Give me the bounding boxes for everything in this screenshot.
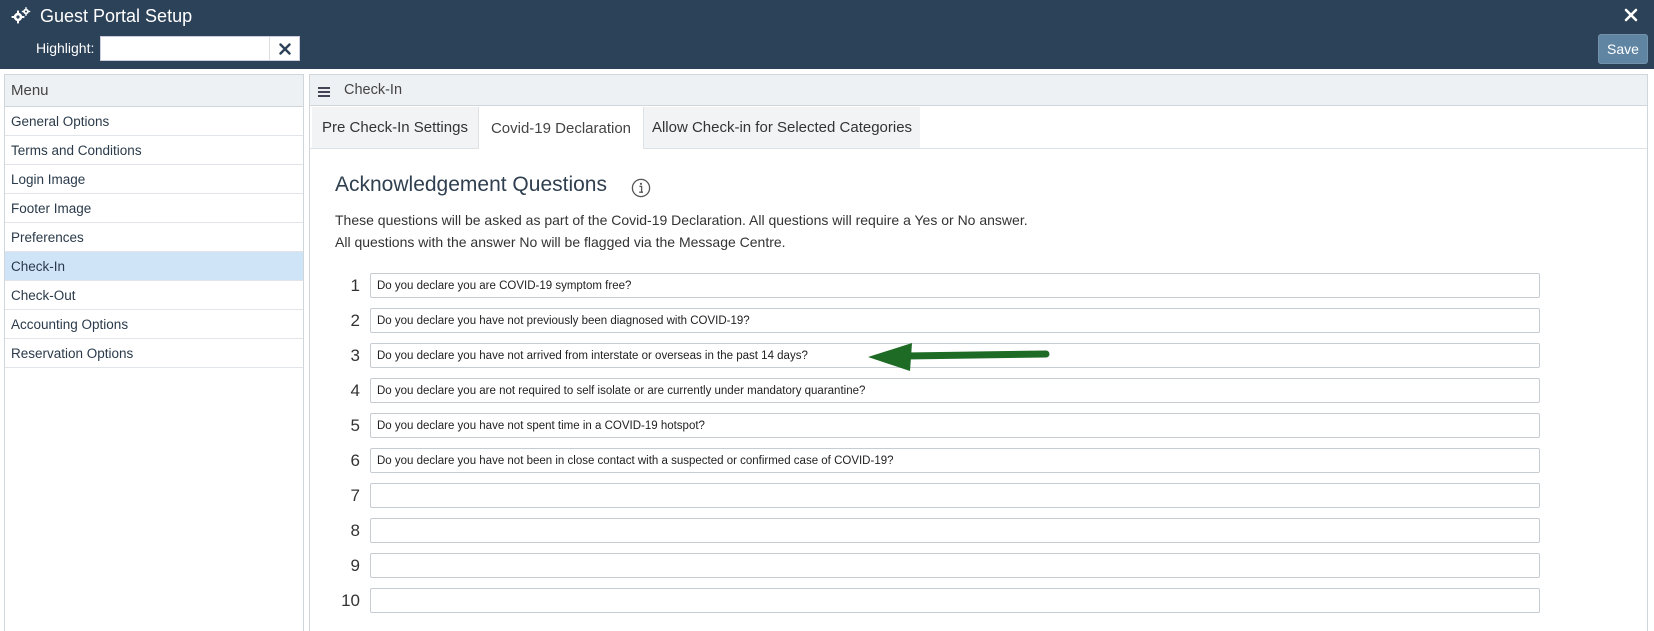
tab-allow-check-in-selected-categories[interactable]: Allow Check-in for Selected Categories — [644, 107, 920, 148]
tab-covid-19-declaration[interactable]: Covid-19 Declaration — [478, 107, 644, 149]
question-number: 10 — [341, 590, 360, 610]
question-row: 2 — [330, 308, 1540, 333]
panel-title: Check-In — [344, 82, 403, 98]
question-row: 6 — [330, 448, 1540, 473]
question-row: 5 — [330, 413, 1540, 438]
question-row: 7 — [330, 483, 1540, 508]
question-row: 4 — [330, 378, 1540, 403]
sidebar-menu: Menu General Options Terms and Condition… — [4, 74, 304, 631]
highlight-input[interactable] — [101, 37, 269, 60]
sidebar-item-check-in[interactable]: Check-In — [5, 252, 303, 281]
sidebar-heading: Menu — [5, 75, 303, 107]
highlight-label: Highlight: — [36, 40, 95, 56]
hamburger-menu-icon[interactable] — [318, 87, 330, 97]
description-line-1: These questions will be asked as part of… — [335, 212, 1028, 228]
window-title-bar: Guest Portal Setup — [10, 4, 192, 28]
sidebar-item-preferences[interactable]: Preferences — [5, 223, 303, 252]
window-title: Guest Portal Setup — [40, 5, 193, 26]
question-number: 4 — [350, 380, 360, 400]
annotation-arrow-icon — [868, 343, 1050, 371]
tab-pre-check-in-settings[interactable]: Pre Check-In Settings — [312, 107, 478, 148]
question-input-5[interactable] — [370, 413, 1540, 438]
question-number: 8 — [350, 520, 360, 540]
sidebar-item-footer-image[interactable]: Footer Image — [5, 194, 303, 223]
description-line-2: All questions with the answer No will be… — [335, 234, 786, 250]
question-number: 2 — [350, 310, 360, 330]
question-number: 1 — [350, 275, 360, 295]
question-number: 9 — [350, 555, 360, 575]
question-row: 8 — [330, 518, 1540, 543]
info-icon[interactable] — [631, 178, 651, 198]
question-number: 5 — [350, 415, 360, 435]
question-number: 7 — [350, 485, 360, 505]
question-input-10[interactable] — [370, 588, 1540, 613]
question-row: 10 — [330, 588, 1540, 613]
question-input-4[interactable] — [370, 378, 1540, 403]
question-input-7[interactable] — [370, 483, 1540, 508]
question-input-6[interactable] — [370, 448, 1540, 473]
question-number: 6 — [350, 450, 360, 470]
save-button[interactable]: Save — [1598, 34, 1648, 64]
question-input-2[interactable] — [370, 308, 1540, 333]
question-row: 9 — [330, 553, 1540, 578]
gears-icon — [10, 5, 32, 27]
question-number: 3 — [350, 345, 360, 365]
highlight-search — [100, 36, 300, 61]
question-input-8[interactable] — [370, 518, 1540, 543]
app-header: Guest Portal Setup Highlight: Save — [0, 0, 1654, 69]
clear-icon[interactable] — [269, 37, 299, 60]
question-row: 1 — [330, 273, 1540, 298]
tab-bar: Pre Check-In Settings Covid-19 Declarati… — [310, 107, 1647, 149]
section-title: Acknowledgement Questions — [335, 173, 607, 196]
question-input-1[interactable] — [370, 273, 1540, 298]
sidebar-item-login-image[interactable]: Login Image — [5, 165, 303, 194]
sidebar-item-check-out[interactable]: Check-Out — [5, 281, 303, 310]
sidebar-item-accounting-options[interactable]: Accounting Options — [5, 310, 303, 339]
sidebar-item-terms-and-conditions[interactable]: Terms and Conditions — [5, 136, 303, 165]
question-input-9[interactable] — [370, 553, 1540, 578]
sidebar-item-reservation-options[interactable]: Reservation Options — [5, 339, 303, 368]
sidebar-item-general-options[interactable]: General Options — [5, 107, 303, 136]
close-icon[interactable] — [1620, 4, 1642, 26]
panel-header: Check-In — [310, 75, 1647, 106]
